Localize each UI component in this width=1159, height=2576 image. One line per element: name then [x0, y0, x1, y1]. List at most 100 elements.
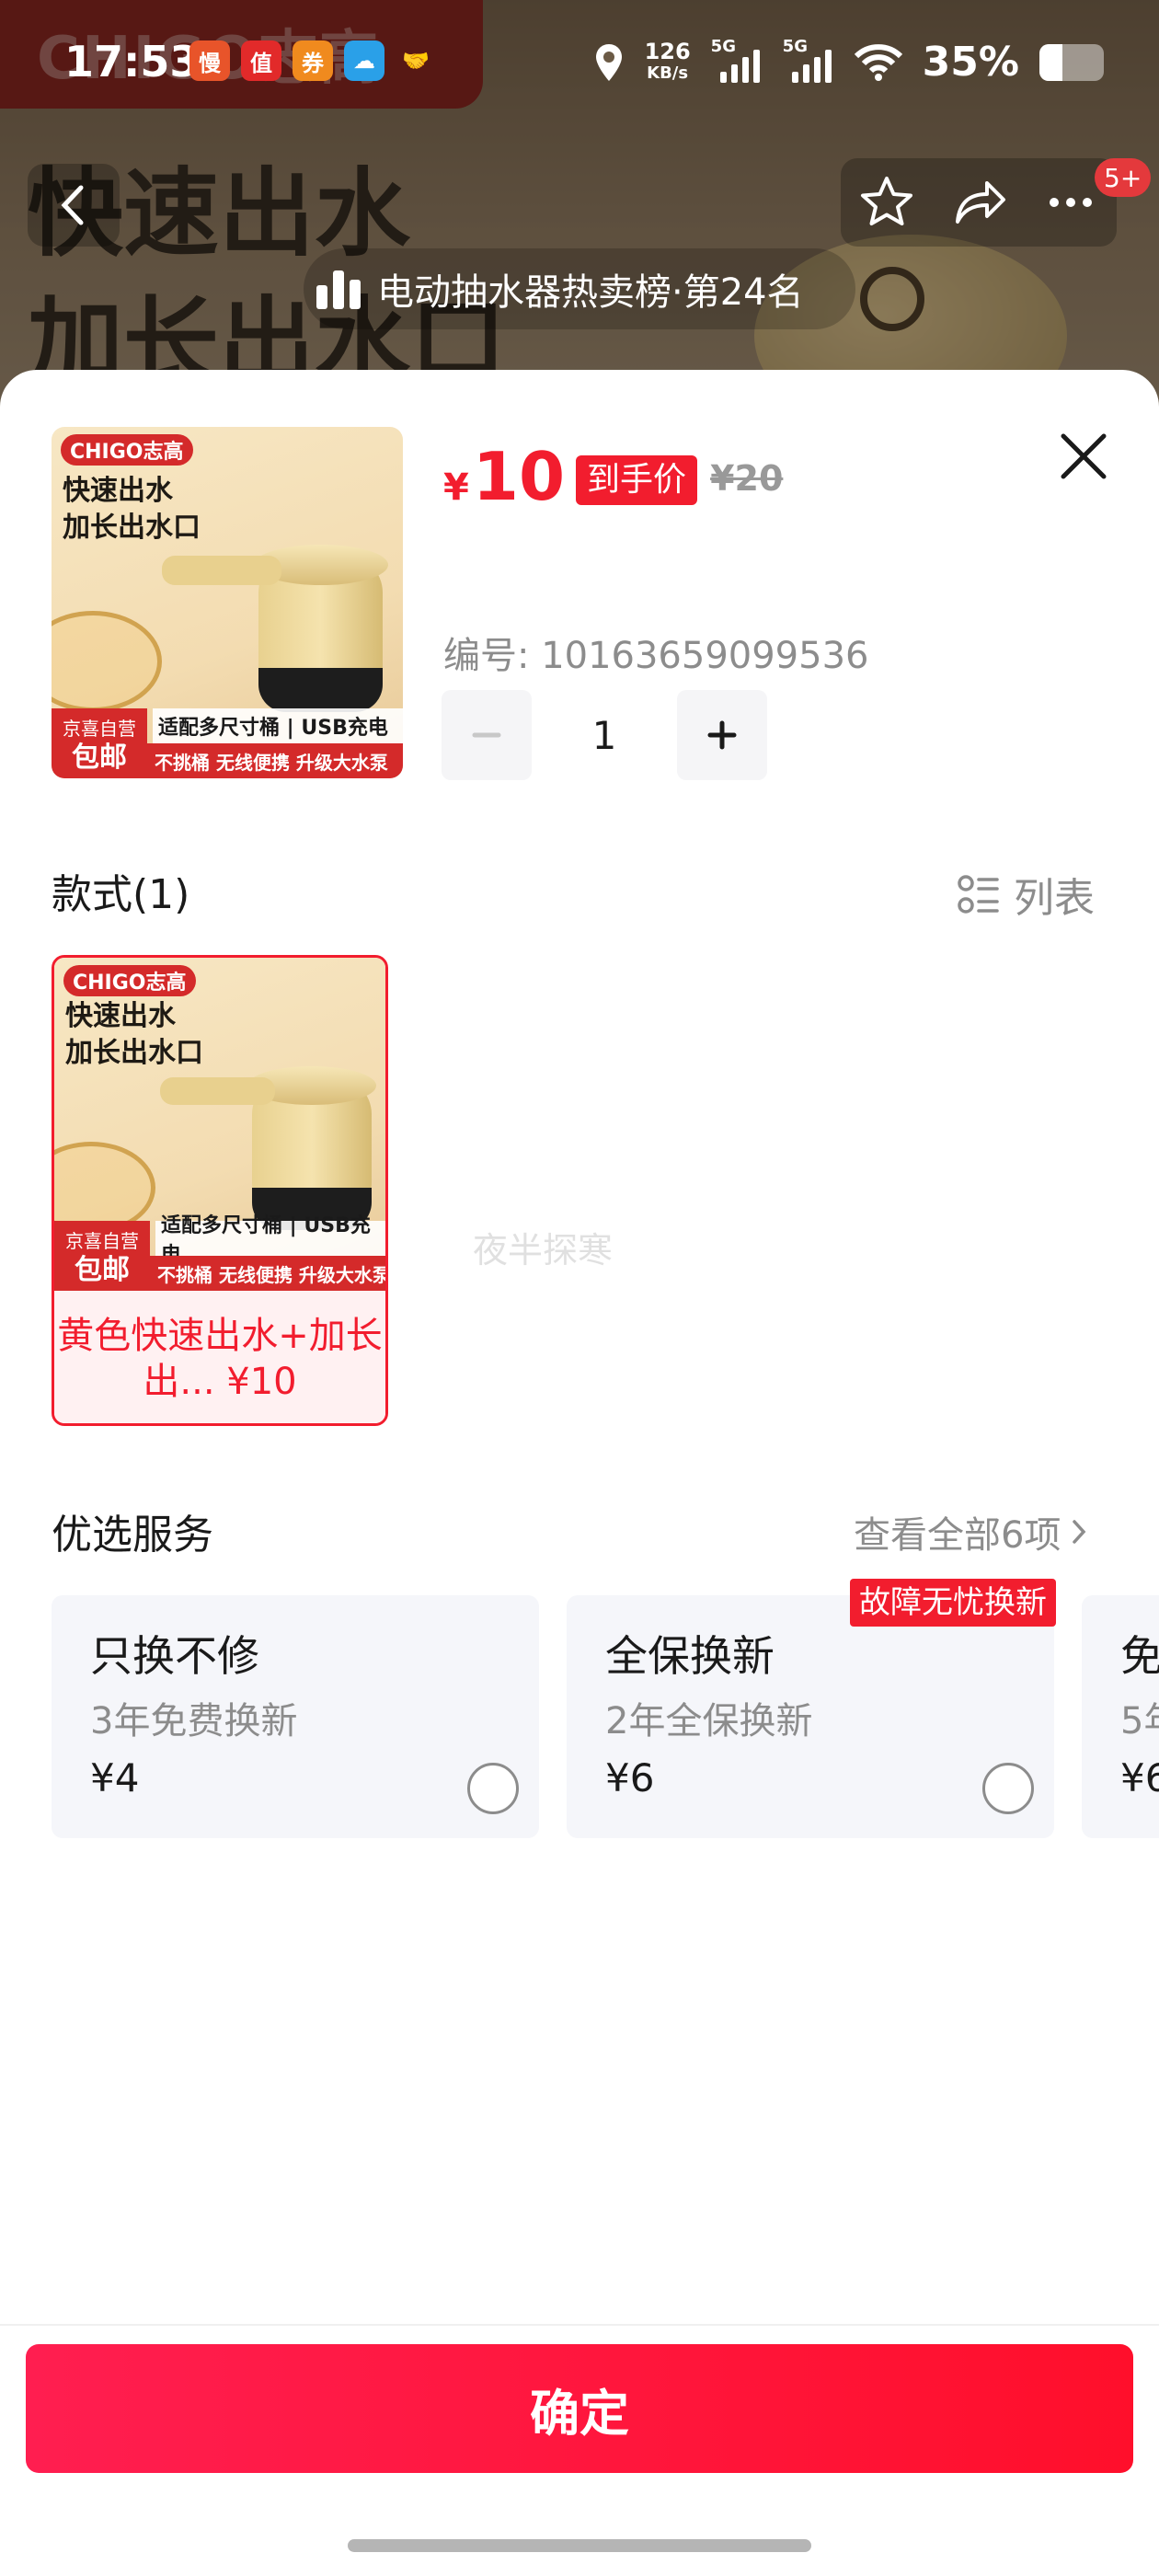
price-row: ¥ 10 到手价 ¥20: [443, 438, 783, 515]
confirm-button[interactable]: 确定: [26, 2344, 1133, 2473]
variant-title-line2: 加长出水口: [65, 1037, 203, 1069]
variant-title: 快速出水 加长出水口: [65, 998, 203, 1072]
app-icon-coupon: 券: [293, 40, 333, 81]
status-bar: 17:53 慢值券 ☁ 🤝 126 KB/s 5G 5G 35%: [0, 28, 1159, 98]
feature-row-2: 不挑桶 无线便携 升级大水泵: [147, 743, 403, 778]
style-option-selected[interactable]: CHIGO志高 快速出水 加长出水口 京喜自营 包邮 适配多尺寸桶 | USB充…: [52, 955, 388, 1426]
thumb-title-line1: 快速出水: [63, 475, 173, 507]
notification-icons: 慢值券 ☁ 🤝: [189, 40, 436, 81]
variant-brand-logo: CHIGO志高: [63, 965, 196, 996]
status-right: 126 KB/s 5G 5G 35%: [593, 36, 1104, 86]
variant-free-shipping: 包邮: [75, 1254, 130, 1286]
original-price: ¥20: [710, 458, 784, 499]
service-radio[interactable]: [982, 1763, 1034, 1814]
signal-icon-sim1: 5G: [711, 37, 763, 83]
chevron-right-icon: [1073, 1520, 1086, 1544]
wifi-icon: [854, 43, 902, 81]
variant-jx-text: 京喜自营: [65, 1230, 139, 1252]
rank-banner[interactable]: 电动抽水器热卖榜·第24名: [304, 248, 855, 329]
decrease-button[interactable]: [442, 690, 532, 780]
close-button[interactable]: [1049, 421, 1119, 491]
variant-jx-badge: 京喜自营 包邮: [54, 1221, 150, 1291]
rank-bars-icon: [316, 269, 361, 309]
service-desc: 3年免费换新: [90, 1700, 298, 1742]
variant-banner: 京喜自营 包邮 适配多尺寸桶 | USB充电 不挑桶 无线便携 升级大水泵: [54, 1214, 385, 1291]
footer-divider: [0, 2324, 1159, 2326]
variant-title-line1: 快速出水: [65, 1000, 176, 1032]
service-radio[interactable]: [467, 1763, 519, 1814]
final-price-tag: 到手价: [576, 455, 698, 505]
services-section-title: 优选服务: [52, 1512, 213, 1558]
sim2-label: 5G: [782, 36, 808, 56]
network-speed-unit: KB/s: [647, 63, 689, 83]
favorite-button[interactable]: [850, 166, 924, 239]
list-view-icon: [958, 875, 999, 914]
clock: 17:53: [64, 37, 200, 86]
plus-icon: [707, 720, 737, 750]
thumb-banner: 京喜自营 包邮 适配多尺寸桶 | USB充电 不挑桶 无线便携 升级大水泵: [52, 708, 403, 778]
service-price: ¥6: [605, 1755, 655, 1800]
battery-level: [1039, 43, 1062, 81]
style-option-label: 黄色快速出水+加长出... ¥10: [54, 1291, 385, 1423]
network-speed: 126 KB/s: [645, 40, 691, 85]
rank-text: 电动抽水器热卖榜·第24名: [377, 271, 804, 314]
price-currency: ¥: [443, 466, 469, 509]
cart-badge: 5+: [1095, 158, 1152, 197]
device-spout: [162, 556, 281, 585]
free-shipping-text: 包邮: [72, 742, 127, 774]
thumb-title-line2: 加长出水口: [63, 512, 201, 544]
app-icon-zhi: 值: [241, 40, 281, 81]
jx-self-badge: 京喜自营 包邮: [52, 708, 147, 778]
service-price: ¥4: [90, 1755, 140, 1800]
increase-button[interactable]: [677, 690, 767, 780]
service-price: ¥6: [1120, 1755, 1159, 1800]
watermark: 夜半探寒: [473, 1230, 614, 1271]
style-section-title: 款式(1): [52, 871, 190, 918]
quantity-stepper: 1: [442, 690, 767, 780]
thumb-brand-logo: CHIGO志高: [61, 434, 193, 466]
service-desc: 2年全保换新: [605, 1700, 813, 1742]
service-card-partial[interactable]: 免 5年 ¥6: [1082, 1595, 1159, 1838]
share-icon: [956, 181, 1005, 224]
app-icon-cloud-ai: ☁: [344, 40, 384, 81]
minus-icon: [472, 732, 501, 738]
service-name: 只换不修: [90, 1631, 259, 1681]
sim1-label: 5G: [710, 36, 736, 56]
service-promo-tag: 故障无忧换新: [850, 1579, 1056, 1627]
app-icon-slow: 慢: [189, 40, 230, 81]
list-view-toggle[interactable]: 列表: [957, 865, 1095, 924]
close-icon: [1061, 433, 1107, 479]
device-base: [258, 668, 383, 712]
thumb-title: 快速出水 加长出水口: [63, 473, 201, 546]
star-icon: [861, 177, 912, 225]
final-price: 10: [472, 438, 566, 515]
service-card-full-protection[interactable]: 全保换新 2年全保换新 ¥6: [567, 1595, 1054, 1838]
top-action-group: [841, 158, 1117, 247]
variant-glass-graphic: [54, 1142, 155, 1234]
product-thumbnail[interactable]: CHIGO志高 快速出水 加长出水口 京喜自营 包邮 适配多尺寸桶 | USB充…: [52, 427, 403, 778]
jx-self-text: 京喜自营: [63, 718, 136, 740]
service-name: 全保换新: [605, 1631, 775, 1681]
battery-icon: [1039, 43, 1104, 81]
home-indicator[interactable]: [348, 2539, 811, 2552]
location-icon: [595, 43, 622, 81]
quantity-value[interactable]: 1: [532, 713, 677, 758]
back-button[interactable]: [28, 164, 120, 247]
variant-feature-row-2: 不挑桶 无线便携 升级大水泵: [150, 1256, 385, 1291]
variant-feature-row-1: 适配多尺寸桶 | USB充电: [155, 1214, 385, 1267]
service-name: 免: [1120, 1631, 1159, 1681]
service-desc: 5年: [1120, 1700, 1159, 1742]
app-icon-handshake: 🤝: [402, 48, 430, 74]
style-option-image: CHIGO志高 快速出水 加长出水口 京喜自营 包邮 适配多尺寸桶 | USB充…: [54, 958, 385, 1291]
share-button[interactable]: [942, 166, 1016, 239]
battery-percent: 35%: [922, 39, 1019, 86]
view-all-services-label: 查看全部6项: [854, 1514, 1061, 1557]
service-card-replace-only[interactable]: 只换不修 3年免费换新 ¥4: [52, 1595, 539, 1838]
feature-row-1: 适配多尺寸桶 | USB充电: [153, 708, 403, 743]
chevron-left-icon: [61, 185, 84, 225]
glass-graphic: [52, 611, 162, 712]
variant-device-spout: [160, 1077, 275, 1105]
more-icon: [1050, 198, 1092, 207]
list-view-label: 列表: [1014, 875, 1095, 922]
view-all-services-link[interactable]: 查看全部6项: [854, 1505, 1088, 1558]
